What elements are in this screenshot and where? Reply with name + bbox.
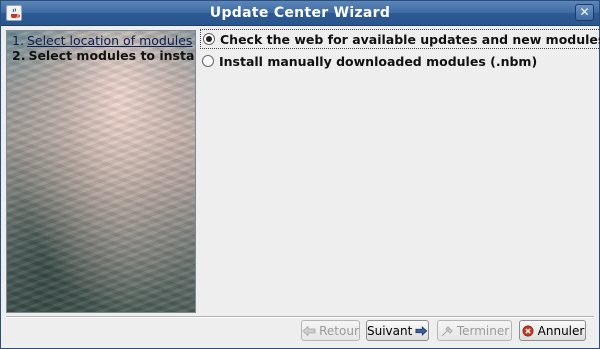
- back-button[interactable]: Retour: [301, 320, 360, 341]
- source-options: Check the web for available updates and …: [200, 29, 600, 73]
- arrow-right-icon: [415, 325, 428, 336]
- close-button[interactable]: ✕: [575, 4, 594, 21]
- next-button[interactable]: Suivant: [366, 320, 429, 341]
- option-label[interactable]: Install manually downloaded modules (.nb…: [219, 54, 537, 69]
- step-number: 1.: [12, 33, 24, 48]
- radio-check-web[interactable]: [203, 33, 215, 45]
- step-number: 2.: [12, 48, 26, 63]
- wizard-window: Update Center Wizard ✕ 1. Select location…: [0, 0, 600, 349]
- close-icon: ✕: [579, 5, 590, 19]
- cancel-button[interactable]: Annuler: [519, 320, 586, 341]
- title-bar[interactable]: Update Center Wizard ✕: [1, 1, 599, 26]
- step-label: Select modules to install: [28, 48, 196, 63]
- radio-install-manually[interactable]: [202, 55, 214, 67]
- option-check-web[interactable]: Check the web for available updates and …: [200, 29, 600, 49]
- button-separator: [6, 316, 594, 318]
- finish-icon: [441, 325, 453, 336]
- step-item-current: 1. Select location of modules: [12, 33, 195, 48]
- finish-button-label: Terminer: [456, 323, 510, 338]
- window-title: Update Center Wizard: [209, 5, 391, 21]
- step-item: 2. Select modules to install: [12, 48, 196, 63]
- cancel-icon: [522, 325, 534, 336]
- back-button-label: Retour: [319, 323, 359, 338]
- finish-button[interactable]: Terminer: [437, 320, 512, 341]
- next-button-label: Suivant: [367, 323, 413, 338]
- steps-panel: 1. Select location of modules 2. Select mo…: [6, 30, 196, 313]
- cancel-button-label: Annuler: [537, 323, 585, 338]
- step-label: Select location of modules: [26, 33, 193, 48]
- option-label[interactable]: Check the web for available updates and …: [220, 32, 600, 47]
- option-install-manually[interactable]: Install manually downloaded modules (.nb…: [200, 51, 600, 71]
- panel-background-image: [7, 31, 195, 312]
- steps-list: 1. Select location of modules 2. Select mo…: [12, 33, 196, 63]
- arrow-left-icon: [302, 325, 316, 336]
